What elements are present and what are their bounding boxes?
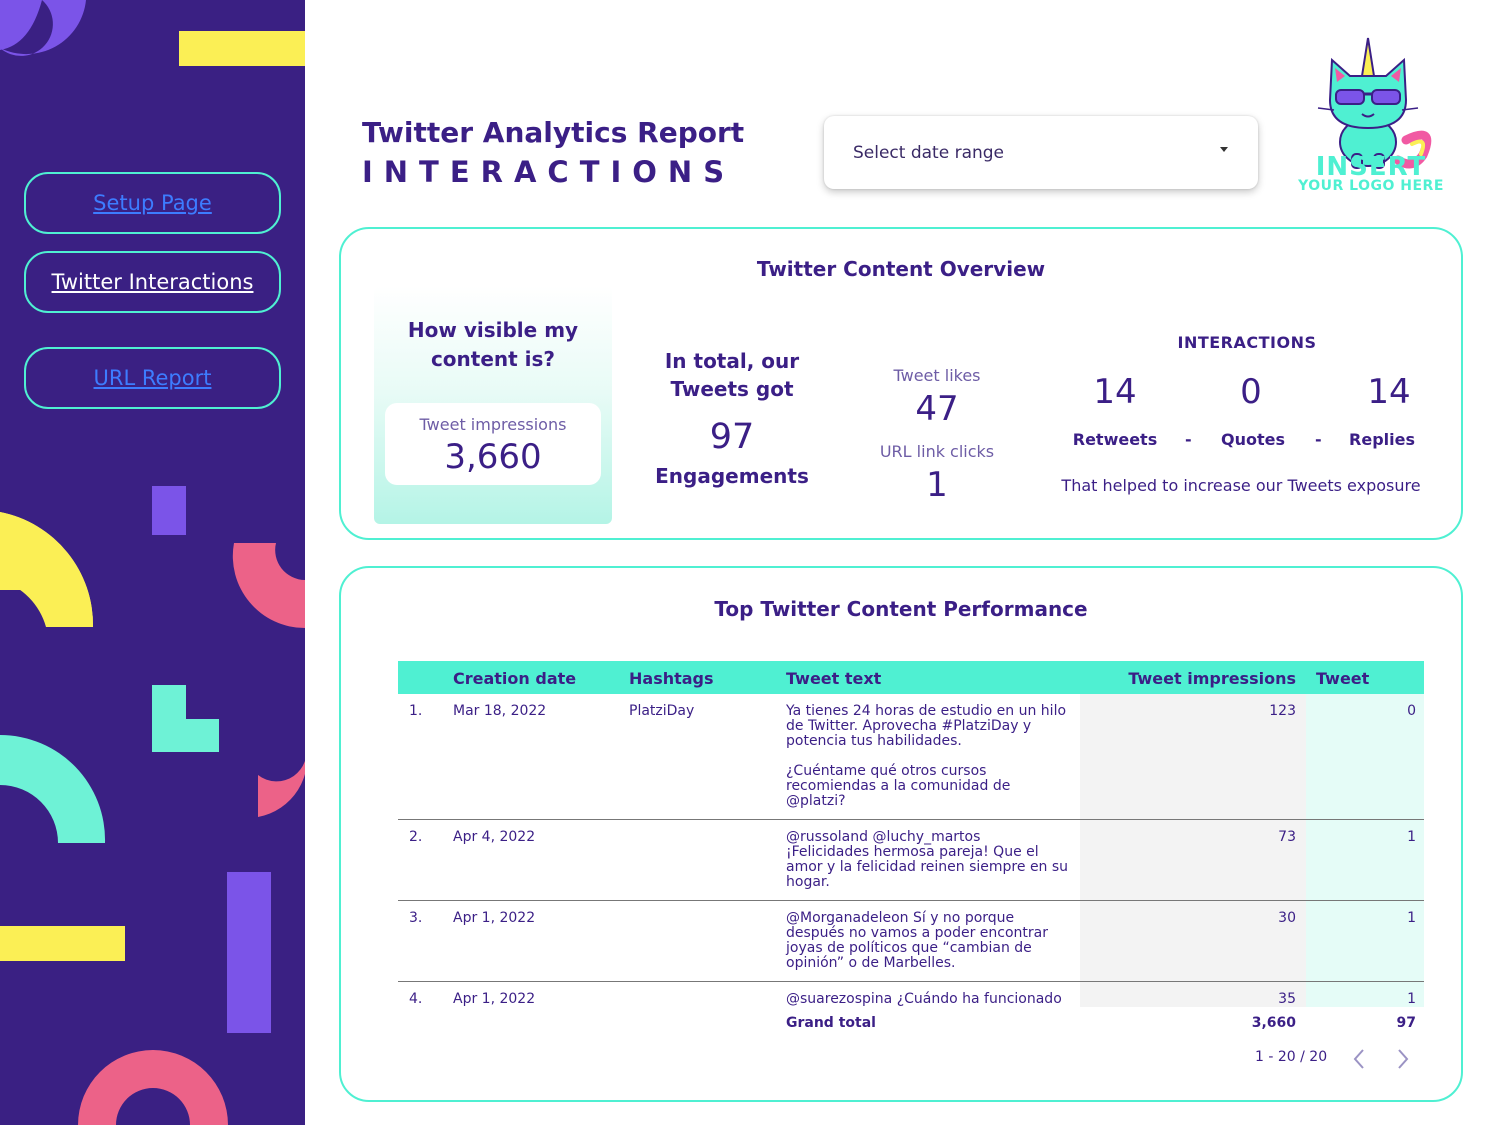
replies-value: 14 <box>1367 372 1411 412</box>
chevron-right-icon[interactable] <box>1395 1048 1411 1070</box>
nav-twitter-interactions[interactable]: Twitter Interactions <box>24 251 281 313</box>
table-row[interactable]: 4. Apr 1, 2022 @suarezospina ¿Cuándo ha … <box>398 982 1424 1007</box>
row-engagements: 1 <box>1407 991 1416 1007</box>
col-creation-date[interactable]: Creation date <box>453 669 576 688</box>
separator-dash: - <box>1185 430 1192 449</box>
row-number: 1. <box>409 703 423 719</box>
row-number: 3. <box>409 910 423 926</box>
chevron-left-icon[interactable] <box>1351 1048 1367 1070</box>
table-header: Creation date Hashtags Tweet text Tweet … <box>398 661 1424 707</box>
visibility-question: How visible my content is? <box>407 318 579 371</box>
row-tweet-text: @Morganadeleon Sí y no porque después no… <box>786 910 1049 971</box>
table-title: Top Twitter Content Performance <box>714 597 1088 621</box>
table-row[interactable]: 3. Apr 1, 2022 @Morganadeleon Sí y no po… <box>398 901 1424 982</box>
impressions-cell-bg <box>1080 901 1306 981</box>
overview-panel: Twitter Content Overview How visible my … <box>339 227 1463 540</box>
performance-table: Creation date Hashtags Tweet text Tweet … <box>398 661 1424 1037</box>
grand-total-label: Grand total <box>786 1015 876 1031</box>
row-date: Apr 4, 2022 <box>453 829 536 845</box>
likes-label: Tweet likes <box>893 366 981 385</box>
table-body: 1. Mar 18, 2022 PlatziDay Ya tienes 24 h… <box>398 694 1424 1007</box>
impressions-scorecard: Tweet impressions 3,660 <box>385 403 601 485</box>
pagination-label: 1 - 20 / 20 <box>1255 1049 1328 1065</box>
table-panel: Top Twitter Content Performance Creation… <box>339 566 1463 1102</box>
nav-setup-page[interactable]: Setup Page <box>24 172 281 234</box>
row-number: 2. <box>409 829 423 845</box>
retweets-value: 14 <box>1093 372 1137 412</box>
overview-title: Twitter Content Overview <box>756 257 1046 281</box>
row-engagements: 0 <box>1407 703 1416 719</box>
row-engagements: 1 <box>1407 829 1416 845</box>
table-footer: Grand total 3,660 97 <box>398 1007 1424 1037</box>
date-range-label: Select date range <box>853 142 1005 163</box>
impressions-label: Tweet impressions <box>419 415 567 434</box>
quotes-label: Quotes <box>1220 430 1285 449</box>
row-date: Apr 1, 2022 <box>453 910 536 926</box>
row-engagements: 1 <box>1407 910 1416 926</box>
row-impressions: 73 <box>1278 829 1296 845</box>
impressions-cell-bg <box>1080 982 1306 1007</box>
chevron-down-icon <box>1220 147 1228 152</box>
impressions-cell-bg <box>1080 820 1306 900</box>
row-tweet-text: @russoland @luchy_martos ¡Felicidades he… <box>786 829 1069 890</box>
table-row[interactable]: 2. Apr 4, 2022 @russoland @luchy_martos … <box>398 820 1424 901</box>
col-hashtags[interactable]: Hashtags <box>629 669 714 688</box>
separator-dash: - <box>1315 430 1322 449</box>
col-tweet-text[interactable]: Tweet text <box>786 669 881 688</box>
row-impressions: 30 <box>1278 910 1296 926</box>
decorative-shapes <box>0 0 305 1125</box>
col-tweet-impressions[interactable]: Tweet impressions <box>1128 669 1296 688</box>
interactions-note: That helped to increase our Tweets expos… <box>1061 476 1421 495</box>
replies-label: Replies <box>1349 430 1415 449</box>
engagements-value: 97 <box>709 417 755 457</box>
clicks-value: 1 <box>926 465 948 505</box>
row-impressions: 35 <box>1278 991 1296 1007</box>
logo-text-your-logo: YOUR LOGO HERE <box>1298 178 1444 194</box>
table-row[interactable]: 1. Mar 18, 2022 PlatziDay Ya tienes 24 h… <box>398 694 1424 820</box>
row-tweet-text: @suarezospina ¿Cuándo ha funcionado <box>786 991 1062 1007</box>
page-title: Twitter Analytics Report <box>362 116 745 149</box>
interactions-heading: INTERACTIONS <box>1177 333 1317 352</box>
impressions-value: 3,660 <box>444 437 542 477</box>
row-date: Apr 1, 2022 <box>453 991 536 1007</box>
likes-value: 47 <box>915 389 959 429</box>
date-range-select[interactable]: Select date range <box>824 116 1258 189</box>
total-heading: In total, our Tweets got <box>664 349 800 401</box>
row-tweet-text: Ya tienes 24 horas de estudio en un hilo… <box>786 703 1067 809</box>
grand-total-impressions: 3,660 <box>1251 1015 1296 1031</box>
quotes-value: 0 <box>1240 372 1262 412</box>
engagements-label: Engagements <box>655 464 809 488</box>
clicks-label: URL link clicks <box>879 442 995 461</box>
row-impressions: 123 <box>1269 703 1296 719</box>
sidebar: Setup Page Twitter Interactions URL Repo… <box>0 0 305 1125</box>
grand-total-engagements: 97 <box>1396 1015 1416 1031</box>
visibility-card: How visible my content is? Tweet impress… <box>374 286 612 524</box>
row-date: Mar 18, 2022 <box>453 703 547 719</box>
row-number: 4. <box>409 991 423 1007</box>
nav-url-report[interactable]: URL Report <box>24 347 281 409</box>
row-hashtags: PlatziDay <box>629 703 695 719</box>
retweets-label: Retweets <box>1072 430 1158 449</box>
page-subtitle: INTERACTIONS <box>362 155 736 189</box>
